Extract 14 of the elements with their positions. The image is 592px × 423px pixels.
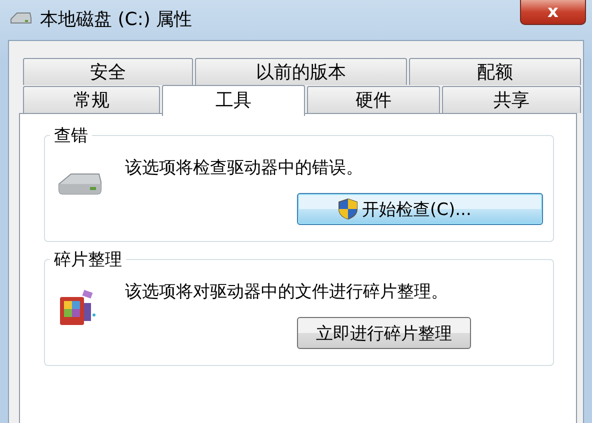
group-description: 该选项将对驱动器中的文件进行碎片整理。 — [125, 281, 449, 303]
tab[interactable]: 工具 — [162, 85, 305, 116]
window-title: 本地磁盘 (C:) 属性 — [40, 8, 192, 31]
tab[interactable]: 安全 — [23, 58, 193, 85]
tab[interactable]: 共享 — [442, 86, 581, 113]
tab[interactable]: 硬件 — [306, 86, 440, 113]
group-description: 该选项将检查驱动器中的错误。 — [125, 157, 364, 179]
action-button[interactable]: 开始检查(C)... — [297, 193, 543, 225]
tab[interactable]: 以前的版本 — [195, 58, 407, 85]
tab[interactable]: 常规 — [23, 86, 160, 113]
action-button[interactable]: 立即进行碎片整理 — [297, 317, 471, 349]
shield-icon — [338, 198, 358, 220]
close-button[interactable]: x — [520, 0, 586, 25]
tab[interactable]: 配额 — [409, 58, 581, 85]
